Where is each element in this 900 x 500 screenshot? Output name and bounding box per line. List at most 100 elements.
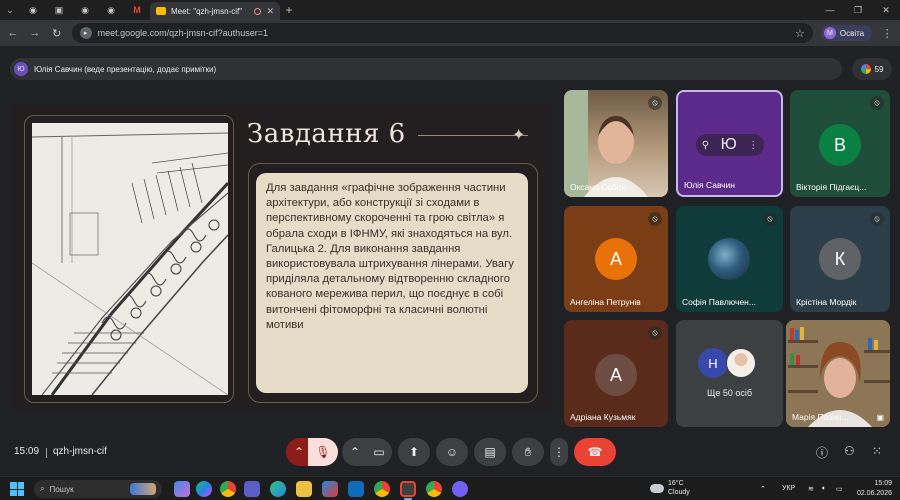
presenter-avatar: Ю [14,62,28,76]
clock-date: 02.06.2026 [856,490,892,497]
viber-icon[interactable] [452,481,468,497]
browser-menu-icon[interactable]: ⋮ [880,27,894,40]
slide-title: Завдання 6 [247,119,406,149]
tab-meet[interactable]: Meet: "qzh-jmsn-cif" ✕ [150,2,280,20]
pin-icon[interactable]: ⚲ [702,140,709,151]
hand-icon: ✋︎ [524,444,532,459]
reactions-button[interactable]: ☺ [436,438,468,466]
camera-options-button[interactable]: ⌃ [342,438,368,466]
store-icon[interactable] [322,481,338,497]
copilot-app-icon[interactable] [196,481,212,497]
participant-tile-sofiia[interactable]: ⦸ Софія Павлючен... [676,206,783,312]
reload-icon[interactable]: ↻ [50,27,64,40]
address-bar: ← → ↻ ▸ meet.google.com/qzh-jmsn-cif?aut… [0,20,900,46]
file-explorer-icon[interactable] [296,481,312,497]
taskbar-search[interactable]: ⌕ Пошук [34,480,162,498]
more-options-button[interactable]: ⋮ [550,438,568,466]
more-vert-icon: ⋮ [553,445,565,459]
mic-off-icon: ⦸ [648,96,662,110]
close-tab-icon[interactable]: ✕ [266,6,274,17]
participant-tile-mariia[interactable]: Марія Пазин... ▣ [786,320,890,427]
participants-button[interactable]: 59 [852,58,892,80]
system-clock[interactable]: 15:09 02.06.2026 [852,479,892,499]
windows-start-icon[interactable] [10,482,24,496]
more-options-icon[interactable]: ⋮ [748,140,758,151]
more-participants-label: Ще 50 осіб [706,388,753,398]
gmail-tab[interactable]: M [124,2,150,18]
pinned-tab-4[interactable]: ◉ [98,2,124,18]
url-field[interactable]: ▸ meet.google.com/qzh-jmsn-cif?authuser=… [71,23,813,43]
pinned-tab-1[interactable]: ◉ [20,2,46,18]
profile-avatar: M [823,27,836,39]
pinned-tab-2[interactable]: ▣ [46,2,72,18]
sparkle-icon: ✦ [512,127,526,144]
close-window-icon[interactable]: ✕ [872,5,900,16]
wifi-icon[interactable]: ≋ [808,485,814,493]
meet-pwa-icon[interactable] [400,481,416,497]
tab-meet-title: Meet: "qzh-jmsn-cif" [171,6,243,16]
weather-widget[interactable]: 16°C Cloudy [650,479,690,497]
chrome-icon[interactable] [220,481,236,497]
edge-icon[interactable] [270,481,286,497]
meeting-code: qzh-jmsn-cif [53,446,107,457]
outlook-icon[interactable] [348,481,364,497]
camera-icon: ▭ [373,445,385,459]
back-icon[interactable]: ← [6,27,20,39]
restore-icon[interactable]: ❐ [844,5,872,16]
tab-search-icon[interactable]: ⌄ [0,1,20,19]
meeting-info-icon[interactable]: ⓘ [816,444,828,461]
chrome-alt-icon[interactable] [426,481,442,497]
minimize-icon[interactable]: — [816,5,844,16]
mic-off-icon: ⦸ [648,212,662,226]
url-text: meet.google.com/qzh-jmsn-cif?authuser=1 [97,28,268,38]
copilot-icon[interactable] [174,481,190,497]
mic-off-icon: ⦸ [870,212,884,226]
people-icon[interactable]: ⚇ [844,444,855,458]
clock-time: 15:09 [874,480,892,487]
people-icon [860,64,871,74]
leave-call-button[interactable]: ☎ [574,438,616,466]
participant-avatar: В [819,124,861,166]
site-info-icon[interactable]: ▸ [79,27,92,39]
more-participants-tile[interactable]: Н Ще 50 осіб [676,320,783,427]
captions-button[interactable]: ▤ [474,438,506,466]
participant-tile-anhelina[interactable]: ⦸ А Ангеліна Петрунів [564,206,668,312]
chrome-profile-icon[interactable] [374,481,390,497]
meeting-controls: 15:09 qzh-jmsn-cif ⌃ 🎙︎ ⌃ ▭ ⬆ ☺ ▤ ✋︎ ⋮ ☎… [0,434,900,474]
battery-icon[interactable]: ▭ [836,485,843,493]
tray-overflow-icon[interactable]: ⌃ [760,485,766,493]
tile-options-icon[interactable]: ▣ [876,413,884,422]
activities-icon[interactable]: ⁙ [872,444,882,458]
slide-body-text: Для завдання «графічне зображення частин… [256,173,528,393]
meeting-time: 15:09 [14,446,40,457]
mic-toggle-button[interactable]: 🎙︎ [308,438,338,466]
new-tab-button[interactable]: + [280,3,298,17]
recording-indicator-icon [254,7,262,15]
forward-icon[interactable]: → [28,27,42,39]
participant-tile-oksana[interactable]: ⦸ Оксана Собок [564,90,668,197]
search-highlight-image [130,483,156,495]
participant-name: Крістіна Мордік [796,297,857,307]
profile-button[interactable]: M Освіта [820,25,873,41]
participant-tile-kristina[interactable]: ⦸ К Крістіна Мордік [790,206,890,312]
bookmark-star-icon[interactable]: ☆ [795,27,805,40]
present-icon: ⬆ [408,445,420,459]
pinned-tab-3[interactable]: ◉ [72,2,98,18]
tile-hover-controls: ⚲ Ю ⋮ [696,134,764,156]
camera-toggle-button[interactable]: ▭ [366,438,392,466]
mic-off-icon: ⦸ [870,96,884,110]
emoji-icon: ☺ [445,445,459,459]
webcam-video [786,320,890,427]
weather-condition: Cloudy [668,489,690,496]
participant-tile-presenter[interactable]: ⚲ Ю ⋮ Юлія Савчин [676,90,783,197]
participant-name: Юлія Савчин [684,180,735,190]
language-indicator[interactable]: УКР [782,485,795,492]
raise-hand-button[interactable]: ✋︎ [512,438,544,466]
present-screen-button[interactable]: ⬆ [398,438,430,466]
participant-tile-viktoriia[interactable]: ⦸ В Вікторія Підгаєц... [790,90,890,197]
captions-icon: ▤ [484,445,496,459]
volume-icon[interactable]: 🔈︎ [822,485,826,493]
participant-tile-adriana[interactable]: ⦸ А Адріана Кузьмяк [564,320,668,427]
participant-avatar-image [708,238,750,280]
teams-icon[interactable] [244,481,260,497]
